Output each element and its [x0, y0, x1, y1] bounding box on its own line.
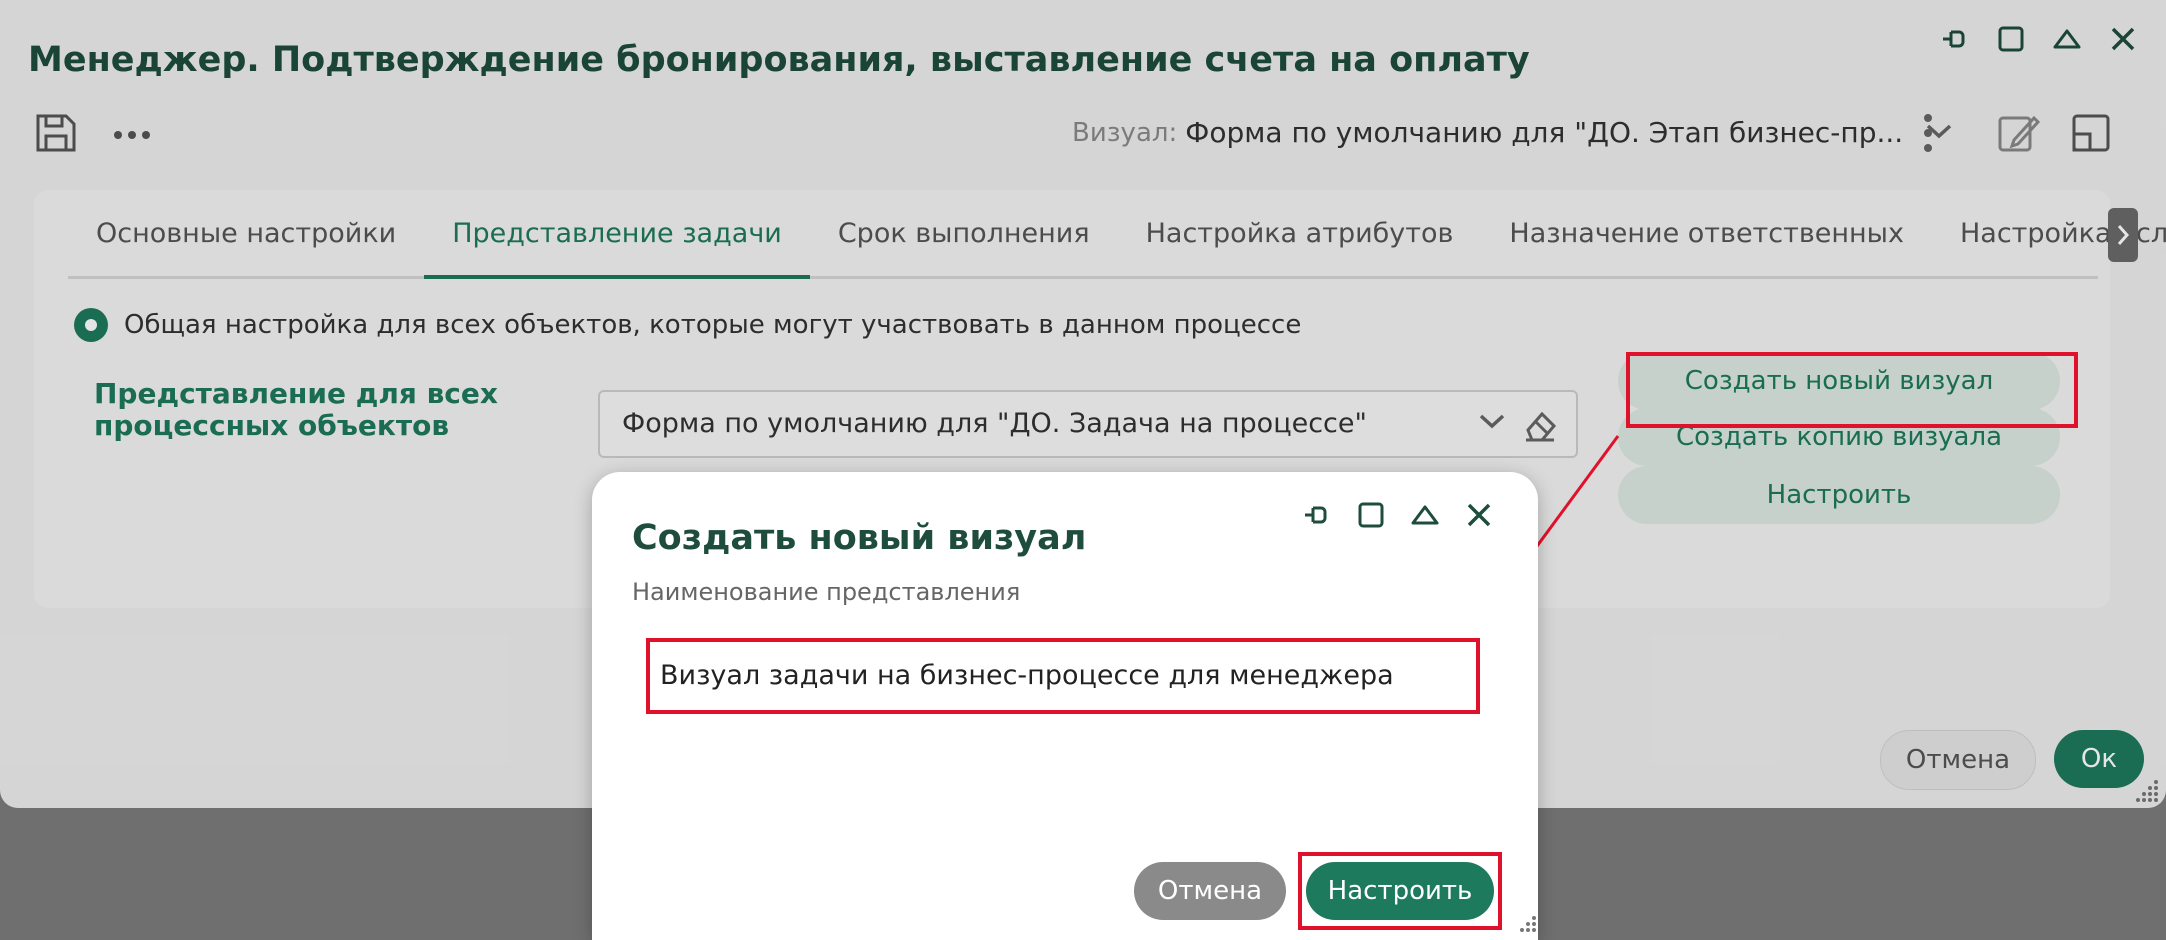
highlight-box [646, 638, 1480, 714]
resize-grip-icon[interactable] [1512, 912, 1538, 938]
dialog-title: Создать новый визуал [632, 518, 1087, 558]
representation-name-label: Наименование представления [632, 578, 1021, 606]
highlight-box [1298, 852, 1502, 930]
collapse-icon[interactable] [1406, 496, 1444, 534]
pin-icon[interactable] [1298, 496, 1336, 534]
close-icon[interactable] [1460, 496, 1498, 534]
dialog-controls [1298, 496, 1498, 534]
maximize-icon[interactable] [1352, 496, 1390, 534]
dialog-cancel-button[interactable]: Отмена [1134, 862, 1286, 920]
create-visual-dialog: Создать новый визуал Наименование предст… [592, 472, 1538, 940]
